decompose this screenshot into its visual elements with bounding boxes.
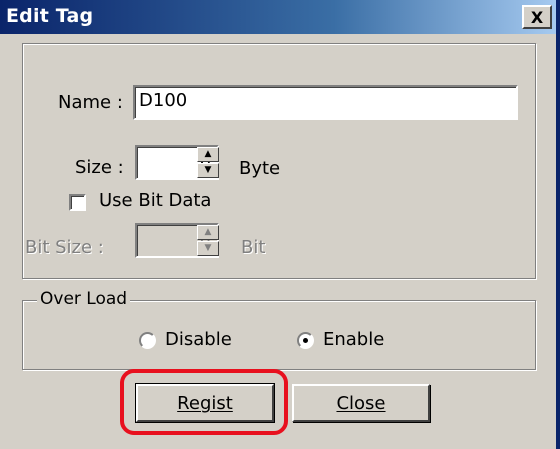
- radio-selected-dot: [303, 338, 308, 343]
- down-arrow-icon[interactable]: ▼: [197, 241, 219, 256]
- overload-group: Over Load Disable Enable: [22, 289, 536, 370]
- down-arrow-icon[interactable]: ▼: [197, 163, 219, 178]
- use-bit-data-checkbox[interactable]: [69, 194, 86, 211]
- enable-radio[interactable]: [297, 332, 314, 349]
- close-button[interactable]: Close: [292, 384, 430, 422]
- size-unit: Byte: [239, 158, 281, 179]
- close-window-button[interactable]: X: [522, 5, 552, 29]
- close-button-label: Close: [336, 392, 386, 414]
- edit-tag-dialog: Edit Tag X Name : D100 Size : 6 ▲ ▼ Byte…: [0, 0, 560, 449]
- bit-size-label: Bit Size :: [25, 237, 104, 258]
- up-arrow-icon[interactable]: ▲: [197, 147, 219, 162]
- up-arrow-icon[interactable]: ▲: [197, 225, 219, 240]
- name-input[interactable]: D100: [133, 85, 518, 120]
- use-bit-data-label: Use Bit Data: [99, 190, 212, 211]
- size-spinner[interactable]: ▲ ▼: [197, 147, 219, 178]
- bit-size-spinner[interactable]: ▲ ▼: [197, 225, 219, 256]
- enable-label: Enable: [323, 329, 385, 350]
- title-bar[interactable]: Edit Tag X: [0, 0, 556, 34]
- name-label: Name :: [58, 92, 123, 113]
- overload-legend: Over Load: [37, 289, 131, 309]
- disable-radio[interactable]: [139, 332, 156, 349]
- tag-settings-group: Name : D100 Size : 6 ▲ ▼ Byte Use Bit Da…: [22, 43, 536, 279]
- window-title: Edit Tag: [6, 5, 94, 27]
- name-value: D100: [139, 90, 188, 111]
- bit-size-unit: Bit: [241, 237, 266, 258]
- close-icon: X: [530, 7, 544, 27]
- disable-label: Disable: [165, 329, 232, 350]
- size-label: Size :: [75, 157, 124, 178]
- regist-highlight-annotation: [120, 369, 288, 435]
